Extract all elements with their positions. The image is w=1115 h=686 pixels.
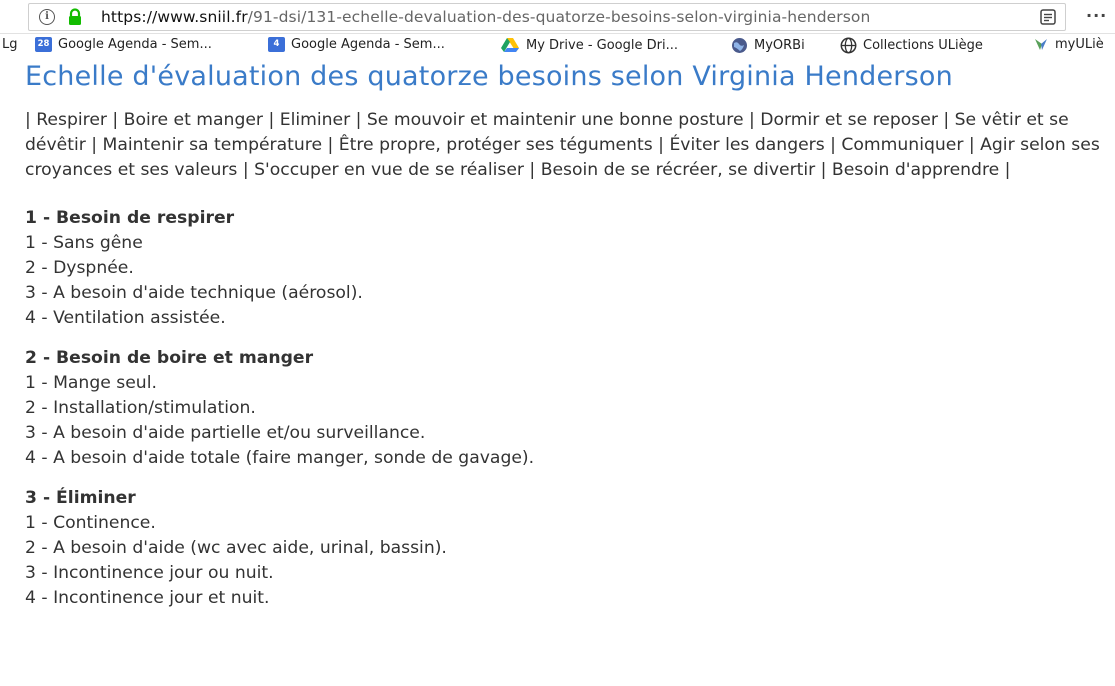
address-bar[interactable]: i https://www.sniil.fr/91-dsi/131-echell… xyxy=(28,3,1066,31)
url-path: /91-dsi/131-echelle-devaluation-des-quat… xyxy=(247,8,871,26)
bookmark-myorbi[interactable]: MyORBi xyxy=(731,37,805,54)
url-text[interactable]: https://www.sniil.fr/91-dsi/131-echelle-… xyxy=(101,8,870,26)
bookmarks-toolbar: Lg 28 Google Agenda - Sem... 4 Google Ag… xyxy=(0,34,1115,58)
calendar-icon: 4 xyxy=(268,37,285,52)
section-title: 1 - Besoin de respirer xyxy=(25,208,235,228)
globe-icon xyxy=(840,37,857,54)
more-actions-icon[interactable]: ··· xyxy=(1086,6,1107,25)
section-boire-manger: 2 - Besoin de boire et manger 1 - Mange … xyxy=(25,346,1105,471)
page-content: Echelle d'évaluation des quatorze besoin… xyxy=(25,58,1105,611)
list-item: 4 - Incontinence jour et nuit. xyxy=(25,588,270,608)
bookmark-my-drive[interactable]: My Drive - Google Dri... xyxy=(500,37,678,53)
page-title: Echelle d'évaluation des quatorze besoin… xyxy=(25,61,953,92)
bookmark-label: myULiè xyxy=(1055,37,1104,52)
lock-icon xyxy=(69,8,81,25)
bookmark-collections-uliege[interactable]: Collections ULiège xyxy=(840,37,983,54)
drive-icon xyxy=(501,38,519,52)
section-respirer: 1 - Besoin de respirer 1 - Sans gêne 2 -… xyxy=(25,206,1105,331)
globe-icon xyxy=(732,38,747,53)
browser-toolbar: i https://www.sniil.fr/91-dsi/131-echell… xyxy=(0,0,1115,34)
list-item: 2 - Dyspnée. xyxy=(25,258,134,278)
reader-view-icon[interactable] xyxy=(1039,8,1057,26)
bookmark-label: Google Agenda - Sem... xyxy=(291,37,445,52)
leaf-icon xyxy=(1035,39,1047,50)
list-item: 1 - Mange seul. xyxy=(25,373,157,393)
bookmark-label: Collections ULiège xyxy=(863,38,983,53)
section-title: 3 - Éliminer xyxy=(25,488,136,508)
list-item: 1 - Continence. xyxy=(25,513,156,533)
bookmark-label: Lg xyxy=(2,37,18,52)
list-item: 2 - A besoin d'aide (wc avec aide, urina… xyxy=(25,538,447,558)
bookmark-myuliege[interactable]: myULiè xyxy=(1033,37,1104,52)
list-item: 3 - A besoin d'aide technique (aérosol). xyxy=(25,283,363,303)
list-item: 4 - Ventilation assistée. xyxy=(25,308,226,328)
needs-navigation[interactable]: | Respirer | Boire et manger | Eliminer … xyxy=(25,108,1105,183)
list-item: 3 - Incontinence jour ou nuit. xyxy=(25,563,274,583)
bookmark-label: My Drive - Google Dri... xyxy=(526,37,678,53)
list-item: 3 - A besoin d'aide partielle et/ou surv… xyxy=(25,423,426,443)
list-item: 2 - Installation/stimulation. xyxy=(25,398,256,418)
bookmark-lg[interactable]: Lg xyxy=(2,37,18,52)
bookmark-label: MyORBi xyxy=(754,38,805,53)
bookmark-google-agenda-1[interactable]: 28 Google Agenda - Sem... xyxy=(35,37,212,52)
url-host: https://www.sniil.fr xyxy=(101,8,248,26)
list-item: 1 - Sans gêne xyxy=(25,233,143,253)
section-eliminer: 3 - Éliminer 1 - Continence. 2 - A besoi… xyxy=(25,486,1105,611)
list-item: 4 - A besoin d'aide totale (faire manger… xyxy=(25,448,535,468)
bookmark-google-agenda-2[interactable]: 4 Google Agenda - Sem... xyxy=(268,37,445,52)
bookmark-label: Google Agenda - Sem... xyxy=(58,37,212,52)
section-title: 2 - Besoin de boire et manger xyxy=(25,348,314,368)
calendar-icon: 28 xyxy=(35,37,52,52)
info-icon[interactable]: i xyxy=(39,9,55,25)
